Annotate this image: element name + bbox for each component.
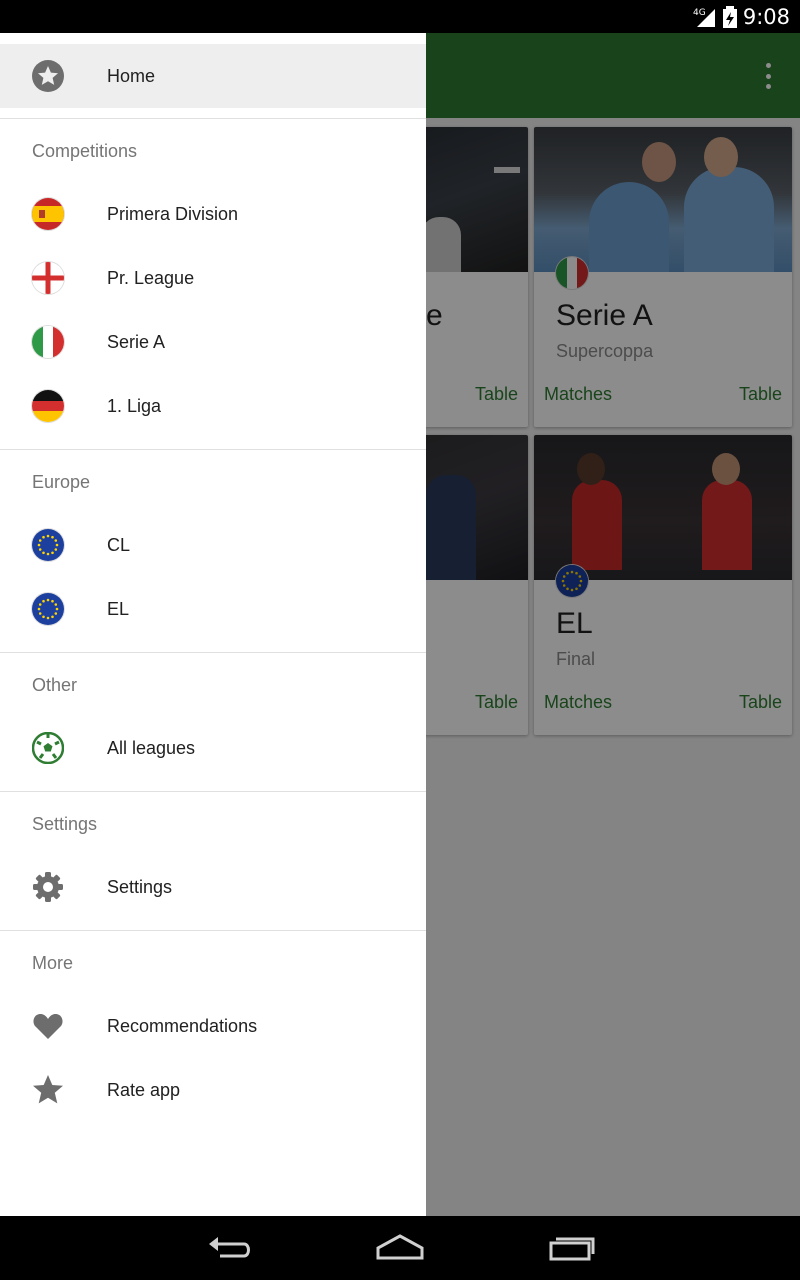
drawer-item-recommendations[interactable]: Recommendations [0, 994, 426, 1058]
drawer-item-el[interactable]: EL [0, 577, 426, 641]
drawer-item-serie-a[interactable]: Serie A [0, 310, 426, 374]
section-header-settings: Settings [32, 814, 98, 834]
drawer-item-settings[interactable]: Settings [0, 855, 426, 919]
drawer-item-label: All leagues [107, 737, 196, 758]
divider [0, 652, 426, 653]
status-time: 9:08 [742, 4, 790, 29]
drawer-item-label: 1. Liga [107, 395, 162, 416]
drawer-item-all-leagues[interactable]: All leagues [0, 716, 426, 780]
back-icon[interactable] [206, 1234, 254, 1262]
recent-apps-icon[interactable] [548, 1234, 596, 1262]
drawer-item-primera-division[interactable]: Primera Division [0, 182, 426, 246]
drawer-item-label: Primera Division [107, 203, 239, 224]
germany-flag-icon [32, 390, 64, 422]
heart-icon [33, 1014, 63, 1039]
eu-flag-icon [32, 529, 64, 561]
drawer-item-label: Settings [107, 876, 173, 897]
drawer-item-home[interactable]: Home [0, 44, 426, 108]
section-header-europe: Europe [32, 472, 91, 492]
drawer-item-label: CL [107, 534, 131, 555]
divider [0, 930, 426, 931]
home-icon[interactable] [376, 1234, 424, 1262]
status-bar: 4G 9:08 [0, 0, 800, 33]
italy-flag-icon [32, 326, 64, 358]
svg-text:4G: 4G [693, 8, 706, 18]
drawer-item-label: Serie A [107, 331, 166, 352]
drawer-item-pr-league[interactable]: Pr. League [0, 246, 426, 310]
battery-charging-icon [722, 5, 737, 28]
divider [0, 449, 426, 450]
drawer-item-cl[interactable]: CL [0, 513, 426, 577]
drawer-item-label: Pr. League [107, 267, 195, 288]
section-header-more: More [32, 953, 74, 973]
eu-flag-icon [32, 593, 64, 625]
drawer-item-rate-app[interactable]: Rate app [0, 1058, 426, 1122]
star-circle-icon [32, 60, 64, 92]
england-flag-icon [32, 262, 64, 294]
divider [0, 791, 426, 792]
gear-icon [33, 872, 63, 902]
drawer-item-1-liga[interactable]: 1. Liga [0, 374, 426, 438]
drawer-item-label: Home [107, 65, 156, 86]
system-navigation-bar [0, 1216, 800, 1280]
drawer-item-label: Recommendations [107, 1015, 258, 1036]
divider [0, 118, 426, 119]
star-icon [33, 1075, 63, 1104]
drawer-item-label: Rate app [107, 1079, 181, 1100]
section-header-competitions: Competitions [32, 141, 138, 161]
signal-4g-icon: 4G [693, 8, 715, 27]
soccer-ball-icon [32, 732, 64, 764]
section-header-other: Other [32, 675, 78, 695]
spain-flag-icon [32, 198, 64, 230]
navigation-drawer: Home Competitions Primera Division Pr. L… [0, 33, 426, 1216]
drawer-item-label: EL [107, 598, 130, 619]
